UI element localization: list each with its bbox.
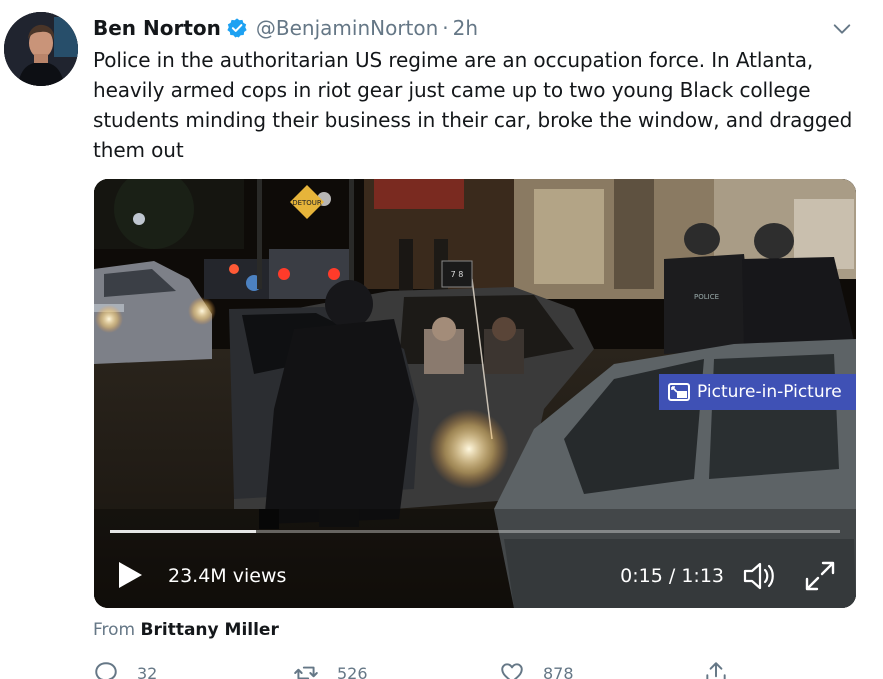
reply-count: 32 [137,663,158,679]
like-button[interactable]: 878 [499,660,574,679]
tweet-header: Ben Norton @BenjaminNorton · 2h [93,14,863,42]
author-handle[interactable]: @BenjaminNorton [256,16,438,40]
retweet-icon [294,666,318,679]
current-time: 0:15 [620,565,663,587]
share-button[interactable] [703,660,729,679]
retweet-count: 526 [337,663,368,679]
video-player[interactable]: DETOUR 7 8 POLICE Picture-in-Picture 23.… [94,179,856,608]
police-badge-text: POLICE [694,293,719,301]
picture-in-picture-button[interactable]: Picture-in-Picture [659,374,856,410]
street-sign-text: DETOUR [292,199,322,207]
time-separator: / [662,565,682,587]
heart-icon [501,663,523,679]
video-controls: 23.4M views 0:15 / 1:13 [94,555,856,599]
tweet-actions: 32 526 878 [93,660,753,679]
plate-text: 7 8 [451,270,464,279]
video-progress-fill [110,530,256,533]
volume-icon[interactable] [742,560,778,592]
verified-badge-icon [227,18,247,38]
duration: 1:13 [681,565,724,587]
tweet-timestamp[interactable]: 2h [453,16,478,40]
reply-button[interactable]: 32 [93,660,157,679]
separator-dot: · [442,16,449,40]
video-progress-bar[interactable] [110,530,840,533]
play-icon[interactable] [116,560,144,590]
video-timecode: 0:15 / 1:13 [620,565,724,587]
attribution-source[interactable]: Brittany Miller [141,620,279,640]
picture-in-picture-label: Picture-in-Picture [697,382,842,402]
fullscreen-icon[interactable] [804,560,836,592]
chevron-down-icon[interactable] [831,18,853,40]
picture-in-picture-icon [668,383,690,401]
reply-icon [95,662,117,679]
profile-photo [4,12,78,86]
like-count: 878 [543,663,574,679]
retweet-button[interactable]: 526 [293,660,368,679]
share-icon [706,662,726,679]
author-name[interactable]: Ben Norton [93,16,221,40]
tweet-text: Police in the authoritarian US regime ar… [93,48,853,162]
attribution-prefix: From [93,620,136,640]
video-attribution: From Brittany Miller [93,620,279,640]
view-count: 23.4M views [168,565,287,587]
avatar[interactable] [4,12,78,86]
